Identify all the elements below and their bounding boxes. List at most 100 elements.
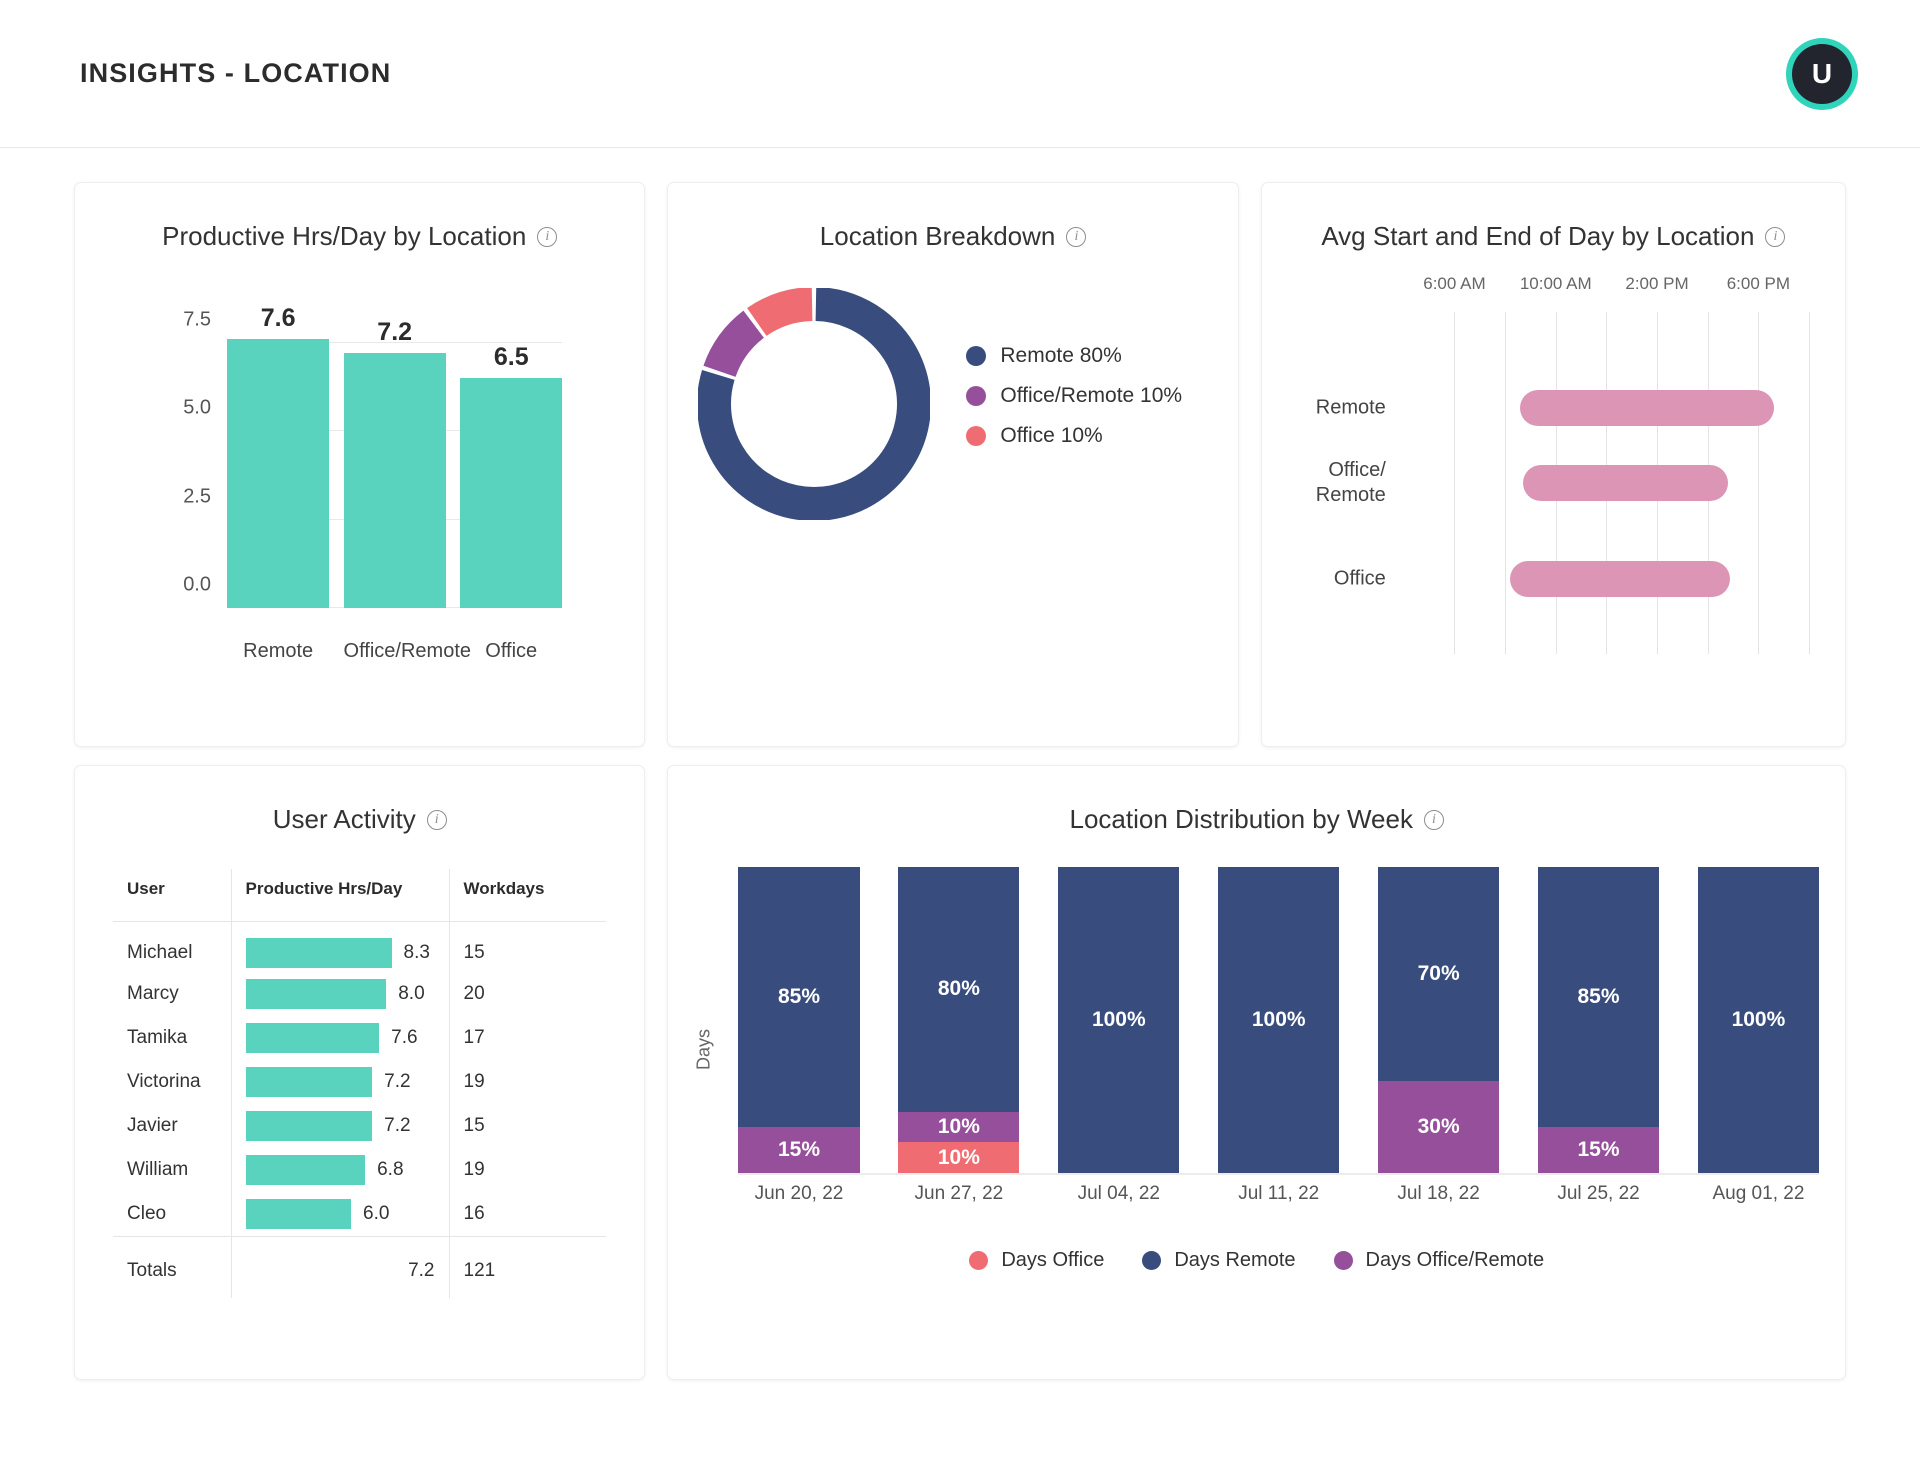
- range-bar[interactable]: [1520, 390, 1773, 426]
- table-cell-user: Michael: [113, 922, 231, 973]
- stacked-bar-column[interactable]: 70%30%: [1378, 867, 1499, 1173]
- donut-chart[interactable]: [698, 288, 930, 520]
- bar[interactable]: [344, 353, 446, 608]
- stacked-chart-legend-label: Days Remote: [1174, 1249, 1295, 1272]
- donut-legend-item[interactable]: Office 10%: [966, 424, 1182, 448]
- table-row-hours-value: 7.2: [384, 1115, 410, 1137]
- table-row-hours-value: 8.3: [404, 942, 430, 964]
- range-chart-category-label: Remote: [1316, 395, 1386, 420]
- card-title-text: Productive Hrs/Day by Location: [162, 221, 526, 252]
- card-avg-start-end: Avg Start and End of Day by Location i 6…: [1261, 182, 1846, 747]
- table-row-bar: [246, 979, 387, 1009]
- table-row[interactable]: Victorina7.219: [113, 1060, 606, 1104]
- bar-chart-plot: 7.55.02.50.07.67.26.5: [227, 318, 562, 608]
- stacked-bar-segment[interactable]: 100%: [1218, 867, 1339, 1173]
- card-location-breakdown: Location Breakdown i Remote 80% Office/Re…: [667, 182, 1238, 747]
- stacked-bar-column[interactable]: 80%10%10%: [898, 867, 1019, 1173]
- card-title-text: Location Distribution by Week: [1070, 804, 1413, 835]
- info-icon[interactable]: i: [427, 810, 447, 830]
- info-icon[interactable]: i: [537, 227, 557, 247]
- table-row[interactable]: William6.819: [113, 1148, 606, 1192]
- table-totals-workdays: 121: [449, 1236, 606, 1298]
- stacked-bar-segment[interactable]: 85%: [738, 867, 859, 1127]
- range-chart-row: Office/ Remote: [1404, 465, 1809, 501]
- table-row[interactable]: Cleo6.016: [113, 1192, 606, 1236]
- legend-dot-icon: [966, 386, 986, 406]
- stacked-bar-segment[interactable]: 80%: [898, 867, 1019, 1112]
- table-row-bar: [246, 1023, 380, 1053]
- legend-dot-icon: [1334, 1251, 1353, 1270]
- bar-chart-x-tick-label: Office/Remote: [344, 640, 446, 663]
- donut-slice[interactable]: [720, 324, 754, 371]
- table-row[interactable]: Marcy8.020: [113, 972, 606, 1016]
- table-row[interactable]: Tamika7.617: [113, 1016, 606, 1060]
- range-chart-category-label: Office/ Remote: [1316, 458, 1386, 508]
- app-header: INSIGHTS - LOCATION U: [0, 0, 1920, 148]
- bar-chart-x-tick-label: Office: [460, 640, 562, 663]
- card-productive-hours: Productive Hrs/Day by Location i 7.55.02…: [74, 182, 645, 747]
- legend-dot-icon: [969, 1251, 988, 1270]
- stacked-chart-legend-item[interactable]: Days Office: [969, 1249, 1104, 1272]
- legend-dot-icon: [1142, 1251, 1161, 1270]
- avatar[interactable]: U: [1786, 38, 1858, 110]
- stacked-bar-segment[interactable]: 10%: [898, 1112, 1019, 1143]
- stacked-bar-column[interactable]: 85%15%: [1538, 867, 1659, 1173]
- table-cell-workdays: 20: [449, 972, 606, 1016]
- stacked-bar-column[interactable]: 100%: [1058, 867, 1179, 1173]
- stacked-chart-x-tick-label: Jun 27, 22: [898, 1183, 1019, 1205]
- table-cell-hours: 6.0: [231, 1192, 449, 1236]
- stacked-bar-segment[interactable]: 100%: [1698, 867, 1819, 1173]
- range-bar[interactable]: [1510, 561, 1730, 597]
- donut-slice[interactable]: [757, 304, 812, 322]
- info-icon[interactable]: i: [1066, 227, 1086, 247]
- stacked-chart-legend-item[interactable]: Days Office/Remote: [1334, 1249, 1545, 1272]
- stacked-bar-segment[interactable]: 15%: [1538, 1127, 1659, 1173]
- bar[interactable]: [227, 339, 329, 608]
- table-cell-hours: 7.6: [231, 1016, 449, 1060]
- table-cell-user: Javier: [113, 1104, 231, 1148]
- table-cell-workdays: 19: [449, 1148, 606, 1192]
- table-totals-label: Totals: [113, 1236, 231, 1298]
- table-body: Michael8.315Marcy8.020Tamika7.617Victori…: [113, 922, 606, 1299]
- table-cell-hours: 8.0: [231, 972, 449, 1016]
- stacked-chart-x-tick-label: Aug 01, 22: [1698, 1183, 1819, 1205]
- donut-legend-item[interactable]: Remote 80%: [966, 344, 1182, 368]
- card-title-location-distribution: Location Distribution by Week i: [668, 766, 1845, 835]
- stacked-chart-legend-item[interactable]: Days Remote: [1142, 1249, 1295, 1272]
- stacked-bar-column[interactable]: 100%: [1698, 867, 1819, 1173]
- stacked-bar-column[interactable]: 85%15%: [738, 867, 859, 1173]
- legend-dot-icon: [966, 346, 986, 366]
- card-title-location-breakdown: Location Breakdown i: [668, 183, 1237, 252]
- table-cell-user: Tamika: [113, 1016, 231, 1060]
- stacked-bar-column[interactable]: 100%: [1218, 867, 1339, 1173]
- stacked-chart-y-label: Days: [694, 1029, 715, 1070]
- table-row-hours-value: 7.2: [384, 1071, 410, 1093]
- stacked-bar-segment[interactable]: 10%: [898, 1142, 1019, 1173]
- table-row[interactable]: Michael8.315: [113, 922, 606, 973]
- table-row-hours-value: 6.0: [363, 1203, 389, 1225]
- card-title-text: Avg Start and End of Day by Location: [1321, 221, 1754, 252]
- stacked-bar-segment[interactable]: 100%: [1058, 867, 1179, 1173]
- stacked-bar-segment[interactable]: 30%: [1378, 1081, 1499, 1173]
- table-totals-row: Totals7.2121: [113, 1236, 606, 1298]
- info-icon[interactable]: i: [1765, 227, 1785, 247]
- bar-chart-y-tick-label: 0.0: [183, 574, 211, 597]
- card-title-avg-start-end: Avg Start and End of Day by Location i: [1262, 183, 1845, 252]
- bar[interactable]: [460, 378, 562, 608]
- stacked-bar-segment[interactable]: 15%: [738, 1127, 859, 1173]
- card-user-activity: User Activity i UserProductive Hrs/DayWo…: [74, 765, 645, 1380]
- info-icon[interactable]: i: [1424, 810, 1444, 830]
- range-chart-x-ticks: 6:00 AM10:00 AM2:00 PM6:00 PM: [1404, 274, 1809, 298]
- stacked-chart-x-labels: Jun 20, 22Jun 27, 22Jul 04, 22Jul 11, 22…: [738, 1183, 1819, 1205]
- bar-chart-bar-column[interactable]: 6.5: [460, 318, 562, 608]
- range-bar[interactable]: [1523, 465, 1728, 501]
- stacked-bar-segment[interactable]: 85%: [1538, 867, 1659, 1127]
- bar-chart-bar-column[interactable]: 7.6: [227, 318, 329, 608]
- table-cell-hours: 6.8: [231, 1148, 449, 1192]
- bar-chart-y-tick-label: 2.5: [183, 485, 211, 508]
- donut-legend-label: Office 10%: [1000, 424, 1102, 448]
- stacked-bar-segment[interactable]: 70%: [1378, 867, 1499, 1081]
- table-row[interactable]: Javier7.215: [113, 1104, 606, 1148]
- donut-legend-item[interactable]: Office/Remote 10%: [966, 384, 1182, 408]
- bar-chart-bar-column[interactable]: 7.2: [344, 318, 446, 608]
